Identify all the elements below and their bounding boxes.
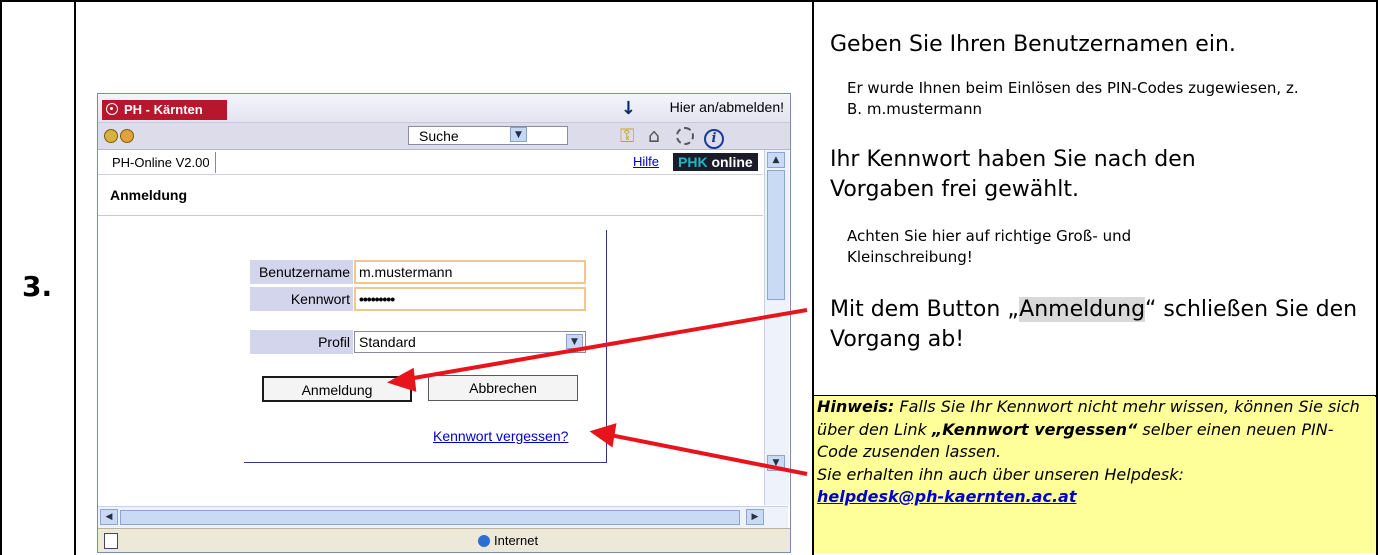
annotation-arrows — [386, 308, 808, 476]
arrow-to-forgot-link — [609, 433, 808, 476]
arrow-to-login-button — [407, 308, 808, 381]
arrow-head-forgot — [589, 423, 617, 448]
arrow-head-login — [386, 367, 417, 392]
